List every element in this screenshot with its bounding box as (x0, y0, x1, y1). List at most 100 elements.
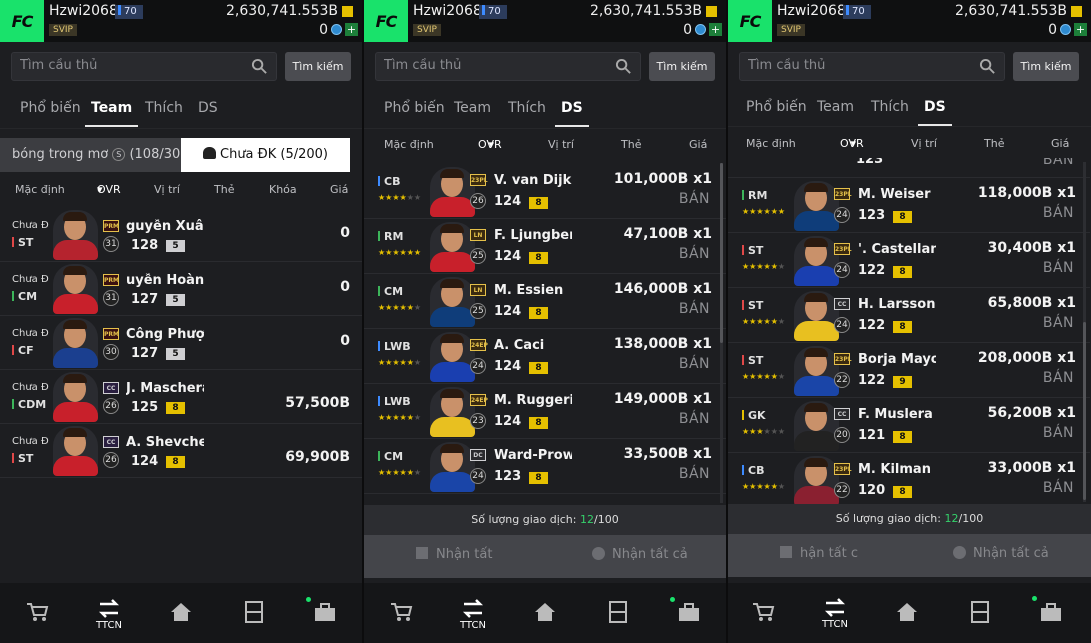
player-card[interactable]: ST ★★★★★★ 23PL 24 '. Castellanos 122 8 30,400B … (728, 233, 1090, 288)
tab-team[interactable]: Team (817, 99, 854, 115)
col-ovr[interactable]: OVR ▾ (97, 183, 121, 196)
transfer-icon[interactable] (823, 597, 847, 619)
col-default[interactable]: Mặc định (15, 183, 65, 196)
scrollbar-thumb[interactable] (1083, 322, 1086, 500)
player-card[interactable]: Chưa Đ CDM CC 26 J. Mascheran 125 8 57,500B (0, 370, 362, 424)
partial-player-card[interactable]: 123 BÁN (728, 158, 1090, 178)
search-input[interactable] (20, 58, 240, 73)
add-coin-button[interactable]: + (709, 23, 722, 36)
home-icon[interactable] (533, 601, 557, 623)
player-card[interactable]: Chưa Đ ST CC 26 A. Shevchenk 124 8 69,900B (0, 424, 362, 478)
add-coin-button[interactable]: + (1074, 23, 1087, 36)
col-position[interactable]: Vị trí (548, 138, 574, 151)
home-icon[interactable] (895, 601, 919, 623)
col-price[interactable]: Giá (689, 138, 707, 151)
player-shirt (430, 252, 475, 272)
player-card[interactable]: CB ★★★★★★ 23PL 22 M. Kilman 120 8 33,000B x1 BÁN (728, 453, 1090, 508)
search-box[interactable] (11, 52, 277, 81)
sell-button[interactable]: BÁN (679, 411, 710, 427)
tab-popular[interactable]: Phổ biến (746, 99, 807, 115)
col-ovr[interactable]: OVR ▾ (478, 138, 502, 151)
cart-icon[interactable] (751, 601, 775, 623)
inventory-icon[interactable] (677, 601, 701, 623)
cart-icon[interactable] (389, 601, 413, 623)
tab-favorites[interactable]: Thích (508, 100, 546, 116)
sell-button[interactable]: BÁN (1043, 158, 1074, 168)
tab-popular[interactable]: Phổ biến (20, 100, 81, 116)
col-card[interactable]: Thẻ (214, 183, 234, 196)
transfer-icon[interactable] (461, 598, 485, 620)
player-card[interactable]: Chưa Đ CF PRM 30 Công Phượng 127 5 0 (0, 316, 362, 370)
sell-button[interactable]: BÁN (1043, 260, 1074, 276)
col-price[interactable]: Giá (1051, 137, 1069, 150)
col-price[interactable]: Giá (330, 183, 348, 196)
claim-items-button[interactable]: Nhận tất (416, 547, 492, 562)
player-card[interactable]: RM ★★★★★★ 23PL 24 M. Weiser 123 8 118,000B x1 BÁ… (728, 178, 1090, 233)
player-card[interactable]: CB ★★★★★★ 23PL 26 V. van Dijk 124 8 101,000B x1… (364, 164, 726, 219)
col-position[interactable]: Vị trí (911, 137, 937, 150)
sell-button[interactable]: BÁN (679, 466, 710, 482)
claim-items-button[interactable]: hận tất c (780, 546, 858, 561)
cart-icon[interactable] (25, 601, 49, 623)
search-icon[interactable] (979, 58, 996, 75)
player-card[interactable]: GK ★★★★★★ CC 20 F. Muslera 121 8 56,200B x1 BÁN (728, 398, 1090, 453)
player-card[interactable]: ST ★★★★★★ 23PL 22 Borja Mayora 122 9 208,000B x… (728, 343, 1090, 398)
tab-favorites[interactable]: Thích (145, 100, 183, 116)
player-card[interactable]: LWB ★★★★★★ 24EP 23 M. Ruggeri 124 8 149,000B x1… (364, 384, 726, 439)
tab-list[interactable]: DS (918, 99, 952, 126)
scrollbar-thumb[interactable] (720, 163, 723, 343)
sell-button[interactable]: BÁN (1043, 480, 1074, 496)
search-button[interactable]: Tìm kiếm (649, 52, 715, 81)
player-status: Chưa Đ (12, 274, 49, 285)
tab-popular[interactable]: Phổ biến (384, 100, 445, 116)
inventory-icon[interactable] (1039, 601, 1063, 623)
search-box[interactable] (375, 52, 641, 81)
sell-button[interactable]: BÁN (1043, 205, 1074, 221)
player-card[interactable]: CM ★★★★★★ DC 24 Ward-Prows 123 8 33,500B x1 BÁN (364, 439, 726, 494)
col-card[interactable]: Thẻ (621, 138, 641, 151)
squad-icon[interactable] (242, 601, 266, 623)
segment-dream-team[interactable]: bóng trong mơ S (108/300) (12, 147, 194, 162)
sell-button[interactable]: BÁN (679, 356, 710, 372)
squad-icon[interactable] (606, 601, 630, 623)
add-coin-button[interactable]: + (345, 23, 358, 36)
sell-button[interactable]: BÁN (679, 191, 710, 207)
search-box[interactable] (739, 52, 1005, 81)
tab-list[interactable]: DS (555, 100, 589, 127)
player-card[interactable]: LWB ★★★★★★ 24EP 24 A. Caci 124 8 138,000B x1 BÁN (364, 329, 726, 384)
tab-team[interactable]: Team (454, 100, 491, 116)
sell-button[interactable]: BÁN (1043, 315, 1074, 331)
search-icon[interactable] (615, 58, 632, 75)
player-card[interactable]: CM ★★★★★★ LN 25 M. Essien 124 8 146,000B x1 BÁN (364, 274, 726, 329)
claim-all-button[interactable]: Nhận tất cả (592, 547, 688, 562)
player-card[interactable]: Chưa Đ ST PRM 31 guyễn Xuân S 128 5 0 (0, 208, 362, 262)
search-icon[interactable] (251, 58, 268, 75)
search-button[interactable]: Tìm kiếm (1013, 52, 1079, 81)
enhance-level: 8 (893, 211, 912, 223)
inventory-icon[interactable] (313, 601, 337, 623)
col-ovr[interactable]: OVR ▾ (840, 137, 864, 150)
tab-team[interactable]: Team (84, 100, 139, 127)
squad-icon[interactable] (968, 601, 992, 623)
col-default[interactable]: Mặc định (384, 138, 434, 151)
claim-all-button[interactable]: Nhận tất cả (953, 546, 1049, 561)
tab-favorites[interactable]: Thích (871, 99, 909, 115)
home-icon[interactable] (169, 601, 193, 623)
segment-unregistered[interactable]: Chưa ĐK (5/200) (181, 138, 350, 172)
sell-button[interactable]: BÁN (679, 301, 710, 317)
sell-button[interactable]: BÁN (679, 246, 710, 262)
search-button[interactable]: Tìm kiếm (285, 52, 351, 81)
transfer-icon[interactable] (97, 598, 121, 620)
search-input[interactable] (748, 58, 968, 73)
player-card[interactable]: RM ★★★★★★ LN 25 F. Ljungberg 124 8 47,100B x1 BÁ… (364, 219, 726, 274)
col-card[interactable]: Thẻ (984, 137, 1004, 150)
col-lock[interactable]: Khóa (269, 183, 297, 196)
player-card[interactable]: Chưa Đ CM PRM 31 uyễn Hoàng Đ 127 5 0 (0, 262, 362, 316)
sell-button[interactable]: BÁN (1043, 370, 1074, 386)
search-input[interactable] (384, 58, 604, 73)
sell-button[interactable]: BÁN (1043, 425, 1074, 441)
tab-list[interactable]: DS (198, 100, 218, 116)
player-card[interactable]: ST ★★★★★★ CC 24 H. Larsson 122 8 65,800B x1 BÁN (728, 288, 1090, 343)
col-position[interactable]: Vị trí (154, 183, 180, 196)
col-default[interactable]: Mặc định (746, 137, 796, 150)
